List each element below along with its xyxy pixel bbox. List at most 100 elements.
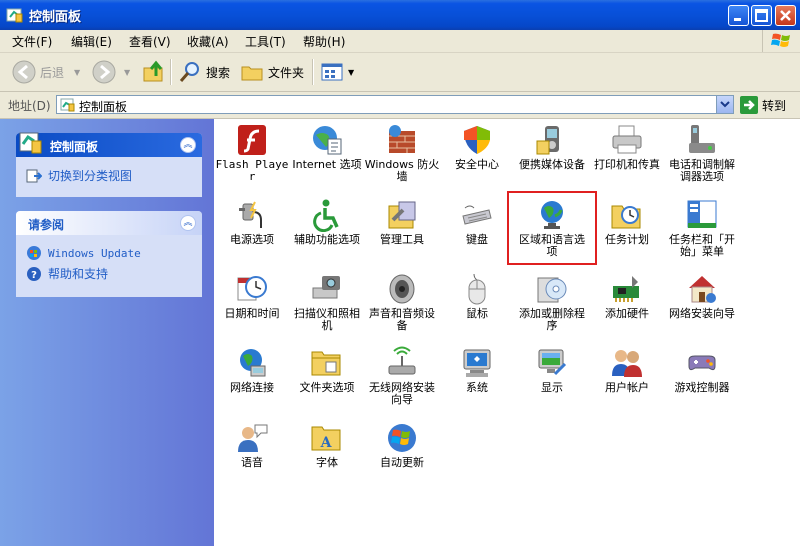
up-button[interactable] xyxy=(142,59,166,85)
menu-favorites[interactable]: 收藏(A) xyxy=(187,33,229,50)
window-title: 控制面板 xyxy=(29,10,82,25)
views-button[interactable]: ▼ xyxy=(320,59,354,85)
item-game-controllers[interactable]: 游戏控制器 xyxy=(664,346,740,394)
windows-update-link[interactable]: Windows Update xyxy=(26,245,141,261)
title-bar[interactable]: 控制面板 xyxy=(0,0,800,30)
menu-edit[interactable]: 编辑(E) xyxy=(71,33,112,50)
windows-update-icon xyxy=(27,246,41,260)
folder-up-icon xyxy=(143,60,163,82)
windows-logo xyxy=(762,30,800,52)
toolbar-separator xyxy=(170,59,171,85)
automatic-updates-icon xyxy=(388,424,416,452)
item-printers-faxes[interactable]: 打印机和传真 xyxy=(589,123,665,171)
fonts-folder-icon: A xyxy=(311,426,341,451)
see-also-panel: 请参阅 ︽ Windows Update ? 帮助和支持 xyxy=(16,211,202,297)
item-network-connections[interactable]: 网络连接 xyxy=(214,346,290,394)
item-sounds-audio[interactable]: 声音和音频设备 xyxy=(364,272,440,332)
folders-icon xyxy=(241,66,263,81)
item-taskbar-start-menu[interactable]: 任务栏和「开始」菜单 xyxy=(664,198,740,258)
help-icon: ? xyxy=(27,266,41,281)
maximize-button[interactable] xyxy=(751,5,772,26)
item-regional-language[interactable]: 区域和语言选项 xyxy=(514,198,590,258)
item-display[interactable]: 显示 xyxy=(514,346,590,394)
menu-view[interactable]: 查看(V) xyxy=(129,33,171,50)
printer-icon xyxy=(612,125,642,154)
item-scanners-cameras[interactable]: 扫描仪和照相机 xyxy=(289,272,365,332)
address-input[interactable]: 控制面板 xyxy=(56,95,734,114)
display-monitor-icon xyxy=(538,349,567,376)
item-phone-modem[interactable]: 电话和调制解调器选项 xyxy=(664,123,740,183)
go-button[interactable]: 转到 xyxy=(740,95,786,115)
control-panel-items: Flash Player Internet 选项 Windows 防火墙 安全中… xyxy=(214,119,800,546)
item-internet-options[interactable]: Internet 选项 xyxy=(289,123,365,171)
search-icon xyxy=(179,62,199,82)
menu-tools[interactable]: 工具(T) xyxy=(245,33,286,50)
scanner-camera-icon xyxy=(312,276,340,299)
item-keyboard[interactable]: 键盘 xyxy=(439,198,515,246)
item-add-hardware[interactable]: 添加硬件 xyxy=(589,272,665,320)
forward-dropdown-icon[interactable]: ▼ xyxy=(124,68,130,77)
scheduled-tasks-icon xyxy=(611,205,641,229)
close-button[interactable] xyxy=(775,5,796,26)
item-portable-media[interactable]: 便携媒体设备 xyxy=(514,123,590,171)
folders-button[interactable]: 文件夹 xyxy=(240,59,304,85)
home-network-icon xyxy=(689,276,716,303)
panel-header[interactable]: 控制面板 ︽ xyxy=(16,132,202,157)
add-hardware-icon xyxy=(613,276,639,302)
gamepad-icon xyxy=(688,355,716,371)
folder-options-icon xyxy=(311,351,341,376)
item-user-accounts[interactable]: 用户帐户 xyxy=(589,346,665,394)
item-fonts[interactable]: A 字体 xyxy=(289,421,365,469)
item-mouse[interactable]: 鼠标 xyxy=(439,272,515,320)
item-windows-firewall[interactable]: Windows 防火墙 xyxy=(364,123,440,183)
minimize-button[interactable] xyxy=(728,5,749,26)
item-wireless-setup-wizard[interactable]: 无线网络安装向导 xyxy=(364,346,440,406)
minimize-icon xyxy=(734,18,741,21)
go-arrow-icon xyxy=(740,96,758,114)
address-dropdown-button[interactable] xyxy=(716,96,733,113)
control-panel-icon xyxy=(19,132,42,154)
menu-file[interactable]: 文件(F) xyxy=(12,33,52,50)
item-system[interactable]: 系统 xyxy=(439,346,515,394)
item-network-setup-wizard[interactable]: 网络安装向导 xyxy=(664,272,740,320)
collapse-button[interactable]: ︽ xyxy=(180,215,196,231)
panel-header[interactable]: 请参阅 ︽ xyxy=(16,211,202,235)
toolbar-separator xyxy=(312,59,313,85)
menu-help[interactable]: 帮助(H) xyxy=(303,33,345,50)
speaker-icon xyxy=(389,274,415,304)
back-dropdown-icon[interactable]: ▼ xyxy=(74,68,80,77)
item-flash-player[interactable]: Flash Player xyxy=(214,123,290,183)
item-add-remove-programs[interactable]: 添加或删除程序 xyxy=(514,272,590,332)
firewall-icon xyxy=(389,125,415,153)
item-scheduled-tasks[interactable]: 任务计划 xyxy=(589,198,665,246)
back-button[interactable]: 后退 ▼ xyxy=(12,59,80,85)
svg-text:?: ? xyxy=(31,270,37,281)
speech-icon xyxy=(238,424,268,452)
item-accessibility[interactable]: 辅助功能选项 xyxy=(289,198,365,246)
address-label: 地址(D) xyxy=(8,99,51,113)
collapse-button[interactable]: ︽ xyxy=(180,137,196,153)
taskbar-icon xyxy=(687,200,717,228)
item-automatic-updates[interactable]: 自动更新 xyxy=(364,421,440,469)
help-support-label: 帮助和支持 xyxy=(48,267,109,281)
item-folder-options[interactable]: 文件夹选项 xyxy=(289,346,365,394)
item-date-time[interactable]: 日期和时间 xyxy=(214,272,290,320)
svg-text:A: A xyxy=(320,435,333,451)
toolbar: 后退 ▼ ▼ 搜索 文件夹 ▼ xyxy=(0,53,800,92)
search-label: 搜索 xyxy=(206,65,231,80)
internet-options-icon xyxy=(313,126,342,155)
switch-category-view-link[interactable]: 切换到分类视图 xyxy=(26,167,132,184)
item-security-center[interactable]: 安全中心 xyxy=(439,123,515,171)
search-button[interactable]: 搜索 xyxy=(178,59,230,85)
system-computer-icon xyxy=(463,349,491,377)
menu-bar: 文件(F) 编辑(E) 查看(V) 收藏(A) 工具(T) 帮助(H) xyxy=(0,30,800,53)
help-support-link[interactable]: ? 帮助和支持 xyxy=(26,265,108,282)
forward-button[interactable]: ▼ xyxy=(92,59,130,85)
views-icon xyxy=(321,63,343,81)
item-admin-tools[interactable]: 管理工具 xyxy=(364,198,440,246)
windows-update-label: Windows Update xyxy=(48,246,141,260)
network-connections-icon xyxy=(240,349,266,377)
item-power-options[interactable]: 电源选项 xyxy=(214,198,290,246)
folders-label: 文件夹 xyxy=(268,65,305,80)
item-speech[interactable]: 语音 xyxy=(214,421,290,469)
